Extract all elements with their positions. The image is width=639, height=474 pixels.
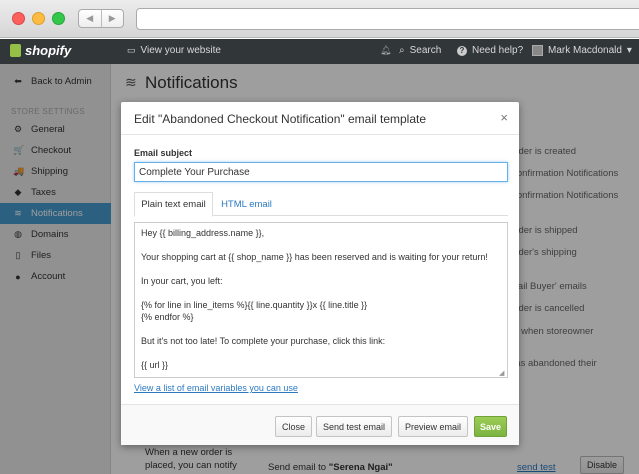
help-label: Need help?: [472, 45, 524, 56]
address-bar[interactable]: [136, 8, 639, 30]
close-button[interactable]: Close: [275, 416, 312, 437]
email-body-textarea[interactable]: Hey {{ billing_address.name }}, Your shop…: [134, 222, 508, 378]
search-label: Search: [409, 45, 442, 56]
bell-icon[interactable]: 🔔︎: [380, 45, 391, 56]
browser-nav: ◀ ▶: [78, 9, 124, 28]
view-website-link[interactable]: ▭ View your website: [127, 45, 221, 56]
email-body-line: {% endfor %}: [141, 312, 194, 322]
view-website-label: View your website: [140, 45, 221, 56]
modal-title: Edit "Abandoned Checkout Notification" e…: [134, 112, 427, 126]
email-body-line: [141, 287, 507, 299]
maximize-window-button[interactable]: [52, 12, 65, 25]
close-icon[interactable]: ×: [500, 110, 508, 125]
email-body-line: In your cart, you left:: [141, 276, 223, 286]
email-variables-link[interactable]: View a list of email variables you can u…: [134, 383, 298, 393]
email-body-line: [141, 347, 507, 359]
save-button[interactable]: Save: [474, 416, 507, 437]
logo-text: shopify: [25, 43, 72, 58]
edit-template-modal: Edit "Abandoned Checkout Notification" e…: [121, 102, 519, 445]
email-body-line: {% for line in line_items %}{{ line.quan…: [141, 300, 368, 310]
user-menu[interactable]: Mark Macdonald ▾: [532, 45, 632, 56]
email-body-line: [141, 323, 507, 335]
window-icon: ▭: [127, 45, 136, 55]
user-name: Mark Macdonald: [548, 45, 622, 56]
email-body-line: [141, 239, 507, 251]
chevron-right-icon[interactable]: ▶: [102, 10, 124, 27]
email-format-tabs: Plain text email HTML email: [134, 192, 508, 217]
tab-plain-text[interactable]: Plain text email: [134, 192, 213, 217]
email-body-line: Hey {{ billing_address.name }},: [141, 228, 265, 238]
shopify-bag-icon: [10, 44, 21, 57]
chevron-down-icon: ▾: [626, 45, 632, 56]
search-icon: ⌕: [399, 45, 405, 56]
preview-email-button[interactable]: Preview email: [398, 416, 468, 437]
minimize-window-button[interactable]: [32, 12, 45, 25]
search-link[interactable]: ⌕ Search: [399, 45, 441, 56]
resize-handle-icon[interactable]: ◢: [499, 369, 504, 377]
tab-html[interactable]: HTML email: [213, 192, 280, 217]
avatar: [532, 45, 543, 56]
email-subject-input[interactable]: [134, 162, 508, 182]
email-body-line: [141, 263, 507, 275]
shopify-logo[interactable]: shopify: [10, 43, 71, 58]
chevron-left-icon[interactable]: ◀: [79, 10, 102, 27]
email-body-line: But it's not too late! To complete your …: [141, 336, 386, 346]
email-body-line: Your shopping cart at {{ shop_name }} ha…: [141, 252, 488, 262]
email-subject-label: Email subject: [134, 148, 193, 158]
email-body-line: {{ url }}: [141, 360, 169, 370]
help-link[interactable]: ? Need help?: [457, 45, 523, 56]
close-window-button[interactable]: [12, 12, 25, 25]
help-icon: ?: [457, 45, 467, 56]
send-test-email-button[interactable]: Send test email: [316, 416, 392, 437]
